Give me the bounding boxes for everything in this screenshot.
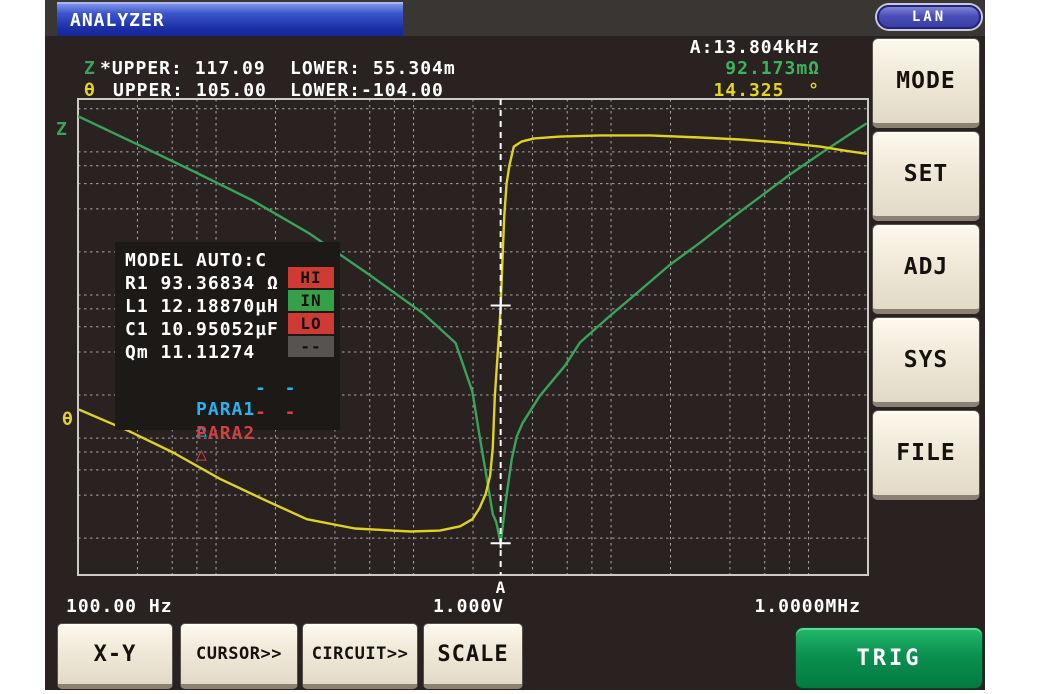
limit-badge-none: -- — [288, 336, 334, 357]
limit-badge-hi: HI — [288, 267, 334, 288]
theta-axis-label: θ — [62, 409, 74, 430]
model-title: MODEL AUTO:C — [125, 250, 267, 271]
x-axis-end-label: 1.0000MHz — [754, 596, 861, 617]
model-row-l1: L1 12.18870µH — [125, 296, 279, 317]
para2-delta-icon: △ — [196, 444, 208, 465]
source-voltage-label: 1.000V — [433, 596, 504, 617]
limit-badge-in: IN — [288, 290, 334, 311]
z-axis-label: Z — [56, 119, 68, 140]
equivalent-circuit-model-box: MODEL AUTO:C R1 93.36834 Ω L1 12.18870µH… — [115, 242, 340, 430]
x-axis-start-label: 100.00 Hz — [66, 596, 173, 617]
para2-row: PARA2 △ — [125, 402, 255, 486]
para1-value: - - — [255, 378, 300, 399]
para2-value: - - — [255, 402, 300, 423]
model-row-r1: R1 93.36834 Ω — [125, 273, 279, 294]
para2-label: PARA2 — [196, 423, 255, 444]
model-row-c1: C1 10.95052µF — [125, 319, 279, 340]
model-row-qm: Qm 11.11274 — [125, 342, 255, 363]
cursor-a-label: A — [493, 578, 509, 597]
page: ANALYZER LAN A:13.804kHz 92.173mΩ 14.325… — [0, 0, 1040, 694]
limit-badge-lo: LO — [288, 313, 334, 334]
